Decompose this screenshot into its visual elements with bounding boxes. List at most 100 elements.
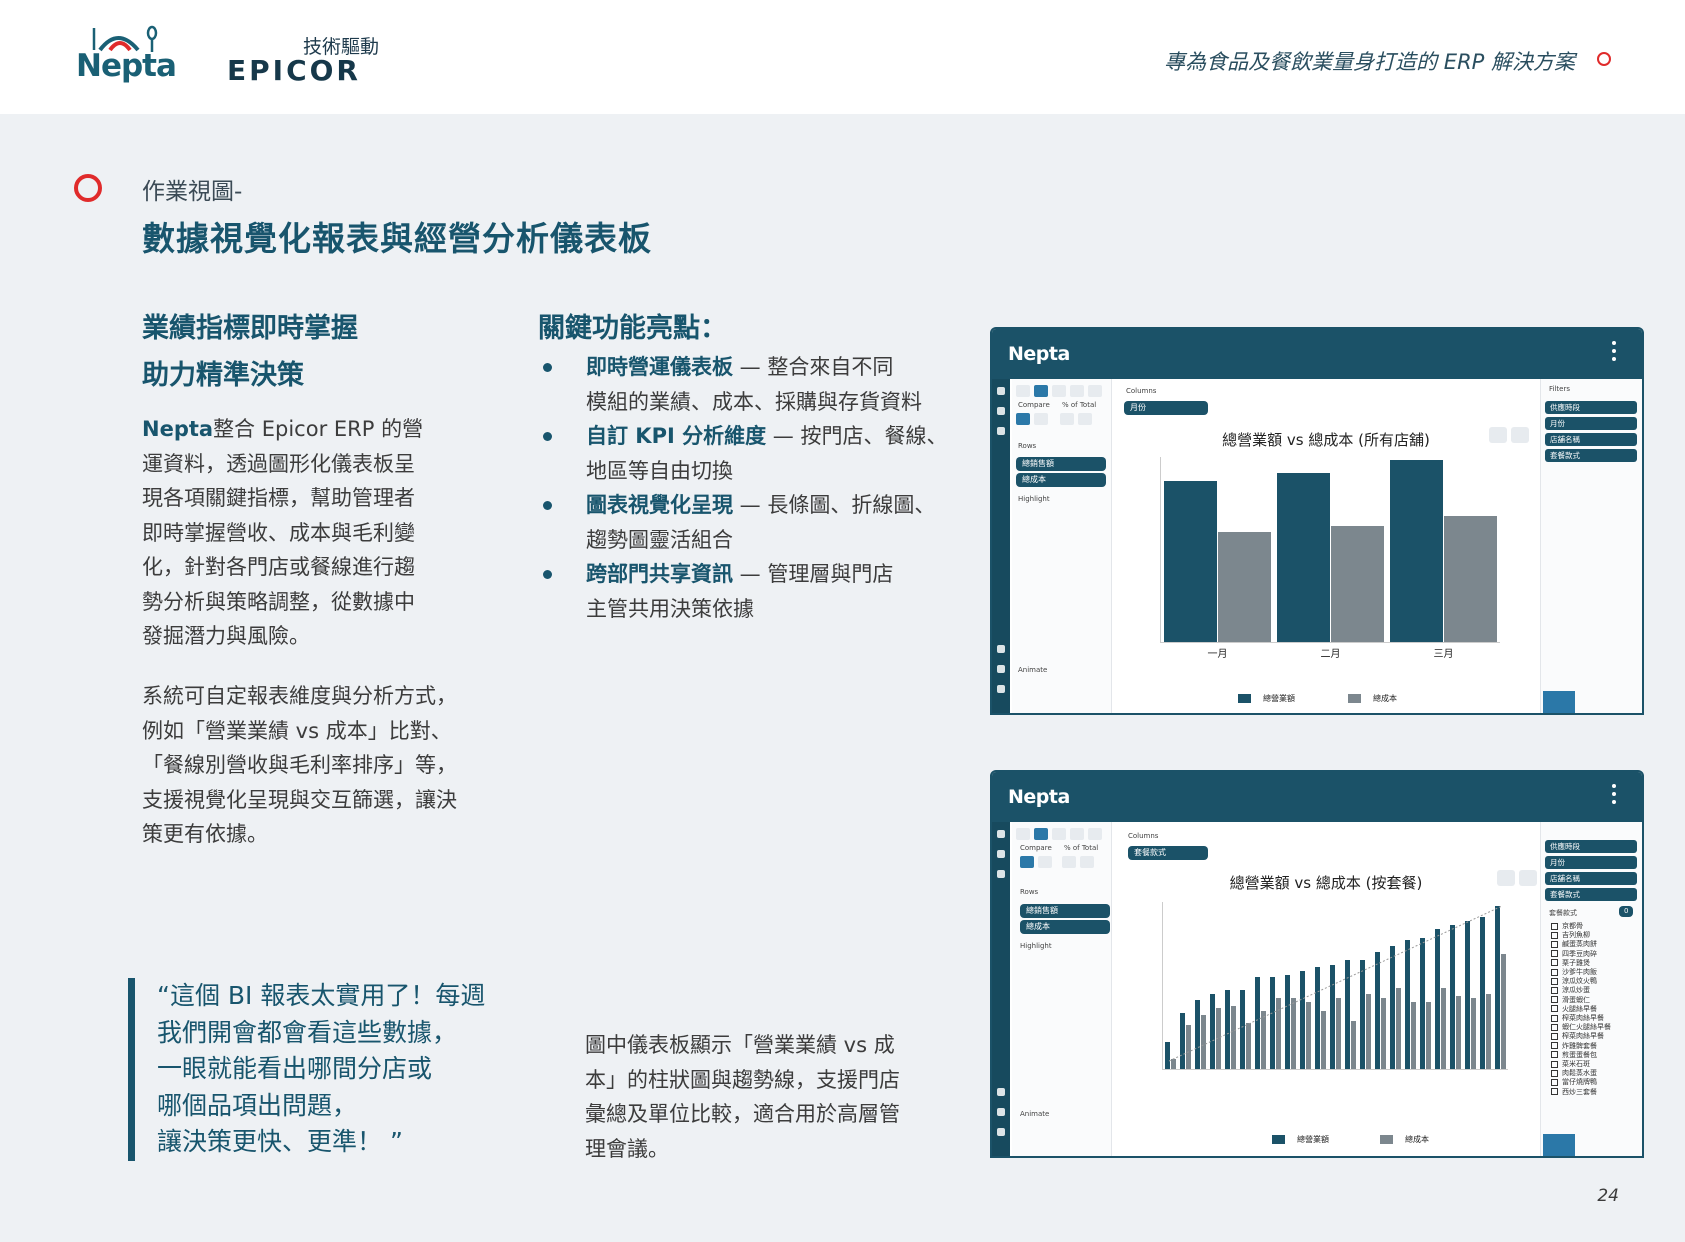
search-icon[interactable] <box>997 407 1005 415</box>
pct-toggle[interactable] <box>1062 856 1076 868</box>
filter-checkbox-item[interactable]: 榨菜肉絲早餐 <box>1551 1032 1611 1041</box>
filter-checkbox-item[interactable]: 火腿絲早餐 <box>1551 1005 1611 1014</box>
columns-label: Columns <box>1128 832 1159 840</box>
settings-button[interactable] <box>1489 427 1507 443</box>
filter-time-slot[interactable]: 供應時段 <box>1545 401 1637 414</box>
filter-checkbox-item[interactable]: 涼瓜炒蛋 <box>1551 986 1611 995</box>
row-pill-cost[interactable]: 總成本 <box>1020 920 1110 934</box>
filter-checkbox-item[interactable]: 西炒三套餐 <box>1551 1088 1611 1097</box>
column-pill[interactable]: 月份 <box>1124 401 1208 415</box>
table-button[interactable] <box>1088 385 1102 397</box>
chart-type-button[interactable] <box>1016 385 1030 397</box>
user-icon[interactable] <box>997 1128 1005 1136</box>
x-tick-label: 二月 <box>1320 649 1341 660</box>
filter-checkbox-item[interactable]: 炸雞髀套餐 <box>1551 1042 1611 1051</box>
left-paragraph-1: Nepta整合 Epicor ERP 的營 運資料，透過圖形化儀表板呈 現各項關… <box>142 417 424 648</box>
filter-checkbox-item[interactable]: 鹹蛋蒸肉餅 <box>1551 940 1611 949</box>
dashboard-config-panel: Compare % of Total Rows 總銷售額 總成本 Highlig… <box>1012 379 1112 713</box>
pct-toggle[interactable] <box>1060 413 1074 425</box>
bar-chart-button[interactable] <box>1034 828 1048 840</box>
compare-tab-button[interactable] <box>1577 1134 1609 1156</box>
filters-label: Filters <box>1549 385 1570 393</box>
dashboard-logo: Nepta <box>1008 786 1070 808</box>
pct-toggle-2[interactable] <box>1078 413 1092 425</box>
animate-label: Animate <box>1018 666 1048 674</box>
filter-checkbox-item[interactable]: 當仔燒牌鴨 <box>1551 1078 1611 1087</box>
pct-toggle-2[interactable] <box>1080 856 1094 868</box>
row-pill-cost[interactable]: 總成本 <box>1016 473 1106 487</box>
home-icon[interactable] <box>997 830 1005 838</box>
column-pill[interactable]: 套餐款式 <box>1128 846 1208 860</box>
left-heading-line1: 業績指標即時掌握 <box>142 313 358 344</box>
nepta-logo: Nepta <box>76 24 177 88</box>
bell-icon[interactable] <box>997 665 1005 673</box>
red-ring-icon <box>1597 52 1611 66</box>
filter-time-slot[interactable]: 供應時段 <box>1545 840 1637 853</box>
filter-checkbox-item[interactable]: 京都骨 <box>1551 922 1611 931</box>
compare-label: Compare <box>1020 844 1052 852</box>
bar-cost <box>1330 525 1384 642</box>
compare-tab-button[interactable] <box>1577 691 1609 713</box>
chart-type-button[interactable] <box>1016 828 1030 840</box>
filter-set-menu[interactable]: 套餐款式 <box>1545 449 1637 462</box>
nepta-logo-text: Nepta <box>76 48 177 84</box>
gear-icon[interactable] <box>1609 1134 1641 1156</box>
grid-icon[interactable] <box>997 870 1005 878</box>
pie-chart-button[interactable] <box>1070 385 1084 397</box>
rows-label: Rows <box>1020 888 1039 896</box>
pie-chart-button[interactable] <box>1070 828 1084 840</box>
row-pill-sales[interactable]: 總銷售額 <box>1016 457 1106 471</box>
user-icon[interactable] <box>997 685 1005 693</box>
help-icon[interactable] <box>997 645 1005 653</box>
legend-sales: 總營業額 <box>1238 693 1295 704</box>
line-chart-button[interactable] <box>1052 828 1066 840</box>
filter-checkbox-item[interactable]: 四季豆肉碎 <box>1551 950 1611 959</box>
line-chart-button[interactable] <box>1052 385 1066 397</box>
pct-total-label: % of Total <box>1064 844 1099 852</box>
search-icon[interactable] <box>997 850 1005 858</box>
compare-toggle[interactable] <box>1016 413 1030 425</box>
home-icon[interactable] <box>997 387 1005 395</box>
filter-store[interactable]: 店舖名稱 <box>1545 433 1637 446</box>
filter-month[interactable]: 月份 <box>1545 417 1637 430</box>
bell-icon[interactable] <box>997 1108 1005 1116</box>
legend-cost: 總成本 <box>1348 693 1397 704</box>
menu-button[interactable] <box>1511 427 1529 443</box>
more-vert-icon[interactable] <box>1612 341 1616 365</box>
filter-checkbox-item[interactable]: 沙爹牛肉飯 <box>1551 968 1611 977</box>
filter-tab-button[interactable] <box>1543 691 1575 713</box>
row-pill-sales[interactable]: 總銷售額 <box>1020 904 1110 918</box>
dashboard-nav-rail <box>992 379 1010 713</box>
compare-toggle-2[interactable] <box>1038 856 1052 868</box>
filter-checkbox-item[interactable]: 菜米石斑 <box>1551 1060 1611 1069</box>
filter-checkbox-item[interactable]: 栗子雞煲 <box>1551 959 1611 968</box>
dashboard-screenshot-monthly: Nepta Compare % of Total Rows 總銷售額 總成本 H… <box>990 327 1644 715</box>
legend-cost: 總成本 <box>1380 1134 1429 1145</box>
filter-month[interactable]: 月份 <box>1545 856 1637 869</box>
compare-toggle-2[interactable] <box>1034 413 1048 425</box>
filter-checkbox-list: 京都骨 吉列魚柳 鹹蛋蒸肉餅 四季豆肉碎 栗子雞煲 沙爹牛肉飯 涼瓜炆火鴨 涼瓜炒蛋 滑蛋蝦仁火… <box>1551 922 1611 1097</box>
filter-checkbox-item[interactable]: 滑蛋蝦仁 <box>1551 996 1611 1005</box>
page-number: 24 <box>1597 1186 1619 1206</box>
more-vert-icon[interactable] <box>1612 784 1616 808</box>
dashboard-logo: Nepta <box>1008 343 1070 365</box>
filter-tab-button[interactable] <box>1543 1134 1575 1156</box>
grid-icon[interactable] <box>997 427 1005 435</box>
bar-chart-button[interactable] <box>1034 385 1048 397</box>
compare-toggle[interactable] <box>1020 856 1034 868</box>
filter-set-menu[interactable]: 套餐款式 <box>1545 888 1637 901</box>
testimonial-quote: “這個 BI 報表太實用了！每週 我們開會都會看這些數據， 一眼就能看出哪間分店… <box>128 978 508 1161</box>
bar-cost <box>1443 516 1497 642</box>
settings-button[interactable] <box>1497 870 1515 886</box>
help-icon[interactable] <box>997 1088 1005 1096</box>
chart-title: 總營業額 vs 總成本 (按套餐) <box>1229 874 1423 892</box>
legend-swatch <box>1272 1135 1285 1144</box>
x-tick-label: 一月 <box>1207 649 1228 660</box>
table-button[interactable] <box>1088 828 1102 840</box>
gear-icon[interactable] <box>1609 691 1641 713</box>
filter-checkbox-item[interactable]: 煎蛋蛋餐包 <box>1551 1051 1611 1060</box>
compare-label: Compare <box>1018 401 1050 409</box>
filter-store[interactable]: 店舖名稱 <box>1545 872 1637 885</box>
filter-checkbox-item[interactable]: 榨菜肉絲早餐 <box>1551 1014 1611 1023</box>
menu-button[interactable] <box>1519 870 1537 886</box>
